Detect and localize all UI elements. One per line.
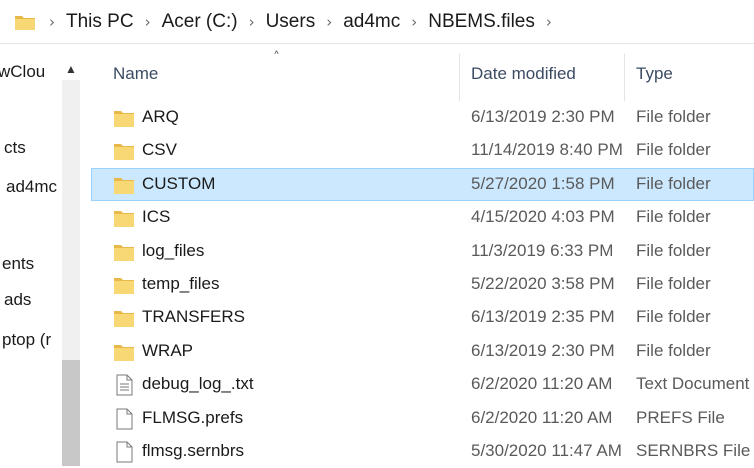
text-file-icon (113, 374, 135, 396)
breadcrumb-ad4mc[interactable]: ad4mc (341, 11, 402, 33)
navigation-pane: wClou cts ad4mc ents ads ptop (r ▲ (0, 44, 91, 466)
file-type: File folder (636, 107, 711, 126)
column-date-modified[interactable]: Date modified (471, 64, 576, 84)
breadcrumb-users[interactable]: Users (264, 11, 318, 33)
nav-item-contents[interactable]: ents (2, 254, 34, 274)
folder-icon (113, 140, 135, 162)
list-item[interactable]: TRANSFERS 6/13/2019 2:35 PM File folder (91, 301, 754, 334)
folder-icon (113, 241, 135, 263)
file-date-modified: 5/30/2020 11:47 AM (471, 440, 622, 460)
file-name[interactable]: ICS (142, 207, 170, 227)
file-name[interactable]: flmsg.sernbrs (142, 441, 244, 461)
folder-icon (14, 13, 36, 31)
chevron-right-icon[interactable]: › (240, 13, 264, 31)
list-item[interactable]: ARQ 6/13/2019 2:30 PM File folder (91, 101, 754, 134)
list-item[interactable]: ICS 4/15/2020 4:03 PM File folder (91, 201, 754, 234)
nav-item-downloads[interactable]: ads (4, 290, 31, 310)
list-item[interactable]: FLMSG.prefs 6/2/2020 11:20 AM PREFS File (91, 402, 754, 435)
file-name[interactable]: ARQ (142, 107, 179, 127)
file-name[interactable]: TRANSFERS (142, 307, 245, 327)
file-date-modified: 11/3/2019 6:33 PM (471, 240, 614, 260)
file-icon (113, 441, 135, 463)
file-type: File folder (636, 207, 711, 227)
file-type: File folder (636, 340, 711, 360)
file-date-modified: 11/14/2019 8:40 PM (471, 140, 623, 160)
file-name[interactable]: temp_files (142, 274, 219, 294)
address-bar[interactable]: › This PC › Acer (C:) › Users › ad4mc › … (0, 0, 754, 44)
list-item[interactable]: CSV 11/14/2019 8:40 PM File folder (91, 134, 754, 167)
file-type: File folder (636, 307, 711, 327)
file-type: File folder (636, 240, 711, 260)
folder-icon (113, 274, 135, 296)
folder-icon (113, 174, 135, 196)
list-item[interactable]: CUSTOM 5/27/2020 1:58 PM File folder (91, 167, 754, 202)
file-icon (113, 408, 135, 430)
file-type: SERNBRS File (636, 440, 751, 460)
scrollbar-thumb[interactable] (62, 360, 80, 466)
list-item[interactable]: flmsg.sernbrs 5/30/2020 11:47 AM SERNBRS F… (91, 435, 754, 468)
list-item[interactable]: log_files 11/3/2019 6:33 PM File folder (91, 235, 754, 268)
breadcrumb: › This PC › Acer (C:) › Users › ad4mc › … (40, 0, 561, 44)
file-name[interactable]: WRAP (142, 341, 193, 361)
file-date-modified: 4/15/2020 4:03 PM (471, 207, 615, 227)
nav-item-laptop[interactable]: ptop (r (2, 330, 51, 350)
nav-item-user[interactable]: ad4mc (6, 177, 57, 197)
file-list: ARQ 6/13/2019 2:30 PM File folder CSV 11/14/… (91, 101, 754, 468)
file-type: PREFS File (636, 407, 725, 427)
folder-icon (113, 207, 135, 229)
sort-ascending-icon: ˄ (273, 50, 280, 66)
chevron-right-icon[interactable]: › (40, 13, 64, 31)
column-header: ˄ Name Date modified Type (91, 44, 754, 101)
file-name[interactable]: debug_log_.txt (142, 374, 254, 394)
nav-item-cloud[interactable]: wClou (0, 62, 45, 82)
file-date-modified: 5/22/2020 3:58 PM (471, 273, 615, 293)
breadcrumb-acer-c[interactable]: Acer (C:) (160, 11, 240, 33)
nav-item-documents[interactable]: cts (4, 138, 26, 158)
file-type: Text Document (636, 374, 750, 394)
list-item[interactable]: debug_log_.txt 6/2/2020 11:20 AM Text Docu… (91, 368, 754, 401)
chevron-right-icon[interactable]: › (136, 13, 160, 31)
column-name[interactable]: Name (113, 64, 158, 84)
scroll-up-icon[interactable]: ▲ (62, 60, 80, 78)
chevron-right-icon[interactable]: › (537, 13, 561, 31)
file-name[interactable]: CUSTOM (142, 174, 215, 194)
list-item[interactable]: temp_files 5/22/2020 3:58 PM File folder (91, 268, 754, 301)
chevron-right-icon[interactable]: › (402, 13, 426, 31)
column-divider[interactable] (459, 54, 460, 101)
breadcrumb-nbems-files[interactable]: NBEMS.files (426, 11, 537, 33)
file-type: File folder (636, 173, 711, 193)
file-date-modified: 6/13/2019 2:30 PM (471, 107, 615, 126)
file-type: File folder (636, 140, 711, 160)
chevron-right-icon[interactable]: › (317, 13, 341, 31)
column-divider[interactable] (624, 54, 625, 101)
file-date-modified: 6/2/2020 11:20 AM (471, 374, 613, 394)
list-item[interactable]: WRAP 6/13/2019 2:30 PM File folder (91, 335, 754, 368)
file-date-modified: 6/13/2019 2:35 PM (471, 307, 615, 327)
column-type[interactable]: Type (636, 64, 673, 84)
file-date-modified: 6/13/2019 2:30 PM (471, 340, 615, 360)
folder-icon (113, 107, 135, 129)
file-date-modified: 6/2/2020 11:20 AM (471, 407, 613, 427)
file-type: File folder (636, 273, 711, 293)
folder-icon (113, 307, 135, 329)
file-name[interactable]: log_files (142, 241, 204, 261)
file-name[interactable]: CSV (142, 140, 177, 160)
file-name[interactable]: FLMSG.prefs (142, 408, 243, 428)
folder-icon (113, 341, 135, 363)
breadcrumb-this-pc[interactable]: This PC (64, 11, 136, 33)
file-date-modified: 5/27/2020 1:58 PM (471, 173, 615, 193)
